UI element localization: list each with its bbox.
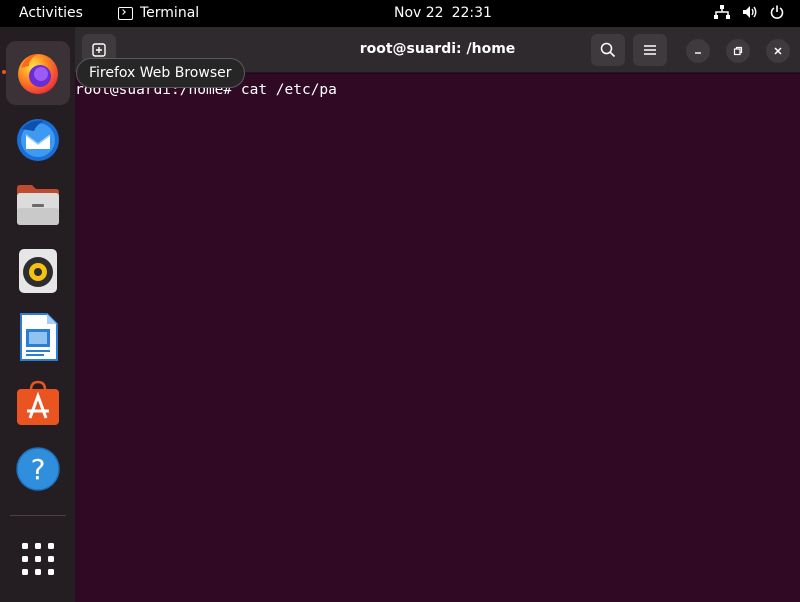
date-label: Nov 22	[394, 5, 444, 21]
dock: ?	[0, 27, 75, 602]
maximize-button[interactable]	[726, 39, 750, 63]
close-icon	[774, 47, 782, 55]
firefox-icon	[18, 54, 58, 94]
search-button[interactable]	[591, 34, 625, 66]
restore-icon	[733, 46, 743, 56]
activities-button[interactable]: Activities	[19, 5, 83, 21]
menu-button[interactable]	[633, 34, 667, 66]
dock-item-firefox[interactable]	[6, 41, 70, 105]
dock-item-help[interactable]: ?	[6, 437, 70, 501]
software-icon	[17, 380, 59, 425]
terminal-icon	[118, 6, 133, 20]
dock-separator	[10, 515, 66, 516]
close-button[interactable]	[766, 39, 790, 63]
show-applications-button[interactable]	[6, 527, 70, 591]
app-menu[interactable]: Terminal	[118, 5, 199, 21]
system-status-area[interactable]	[714, 5, 784, 19]
text-cursor	[337, 77, 346, 94]
dock-tooltip: Firefox Web Browser	[76, 58, 245, 88]
minimize-button[interactable]	[686, 39, 710, 63]
power-icon	[770, 5, 784, 19]
top-bar: Activities Terminal Nov 22 22:31	[0, 0, 800, 27]
svg-text:?: ?	[31, 453, 46, 486]
dock-item-files[interactable]	[6, 173, 70, 237]
dock-item-ubuntu-software[interactable]	[6, 371, 70, 435]
dock-item-writer[interactable]	[6, 305, 70, 369]
clock[interactable]: Nov 22 22:31	[394, 5, 500, 21]
app-menu-label: Terminal	[140, 5, 200, 21]
thunderbird-icon	[17, 119, 59, 161]
network-icon	[714, 5, 730, 19]
terminal-output[interactable]: root@suardi:/home# cat /etc/pa	[75, 74, 800, 602]
rhythmbox-icon	[19, 249, 57, 293]
terminal-window: root@suardi: /home root@suardi:/home# ca…	[75, 27, 800, 602]
volume-icon	[743, 6, 757, 18]
writer-icon	[20, 313, 58, 361]
minimize-icon	[695, 52, 701, 54]
files-icon	[17, 185, 59, 225]
dock-item-thunderbird[interactable]	[6, 107, 70, 171]
search-icon	[600, 42, 616, 58]
dock-item-rhythmbox[interactable]	[6, 239, 70, 303]
help-icon: ?	[16, 447, 60, 491]
time-label: 22:31	[451, 5, 492, 21]
hamburger-menu-icon	[644, 45, 656, 55]
app-grid-icon	[22, 543, 54, 575]
